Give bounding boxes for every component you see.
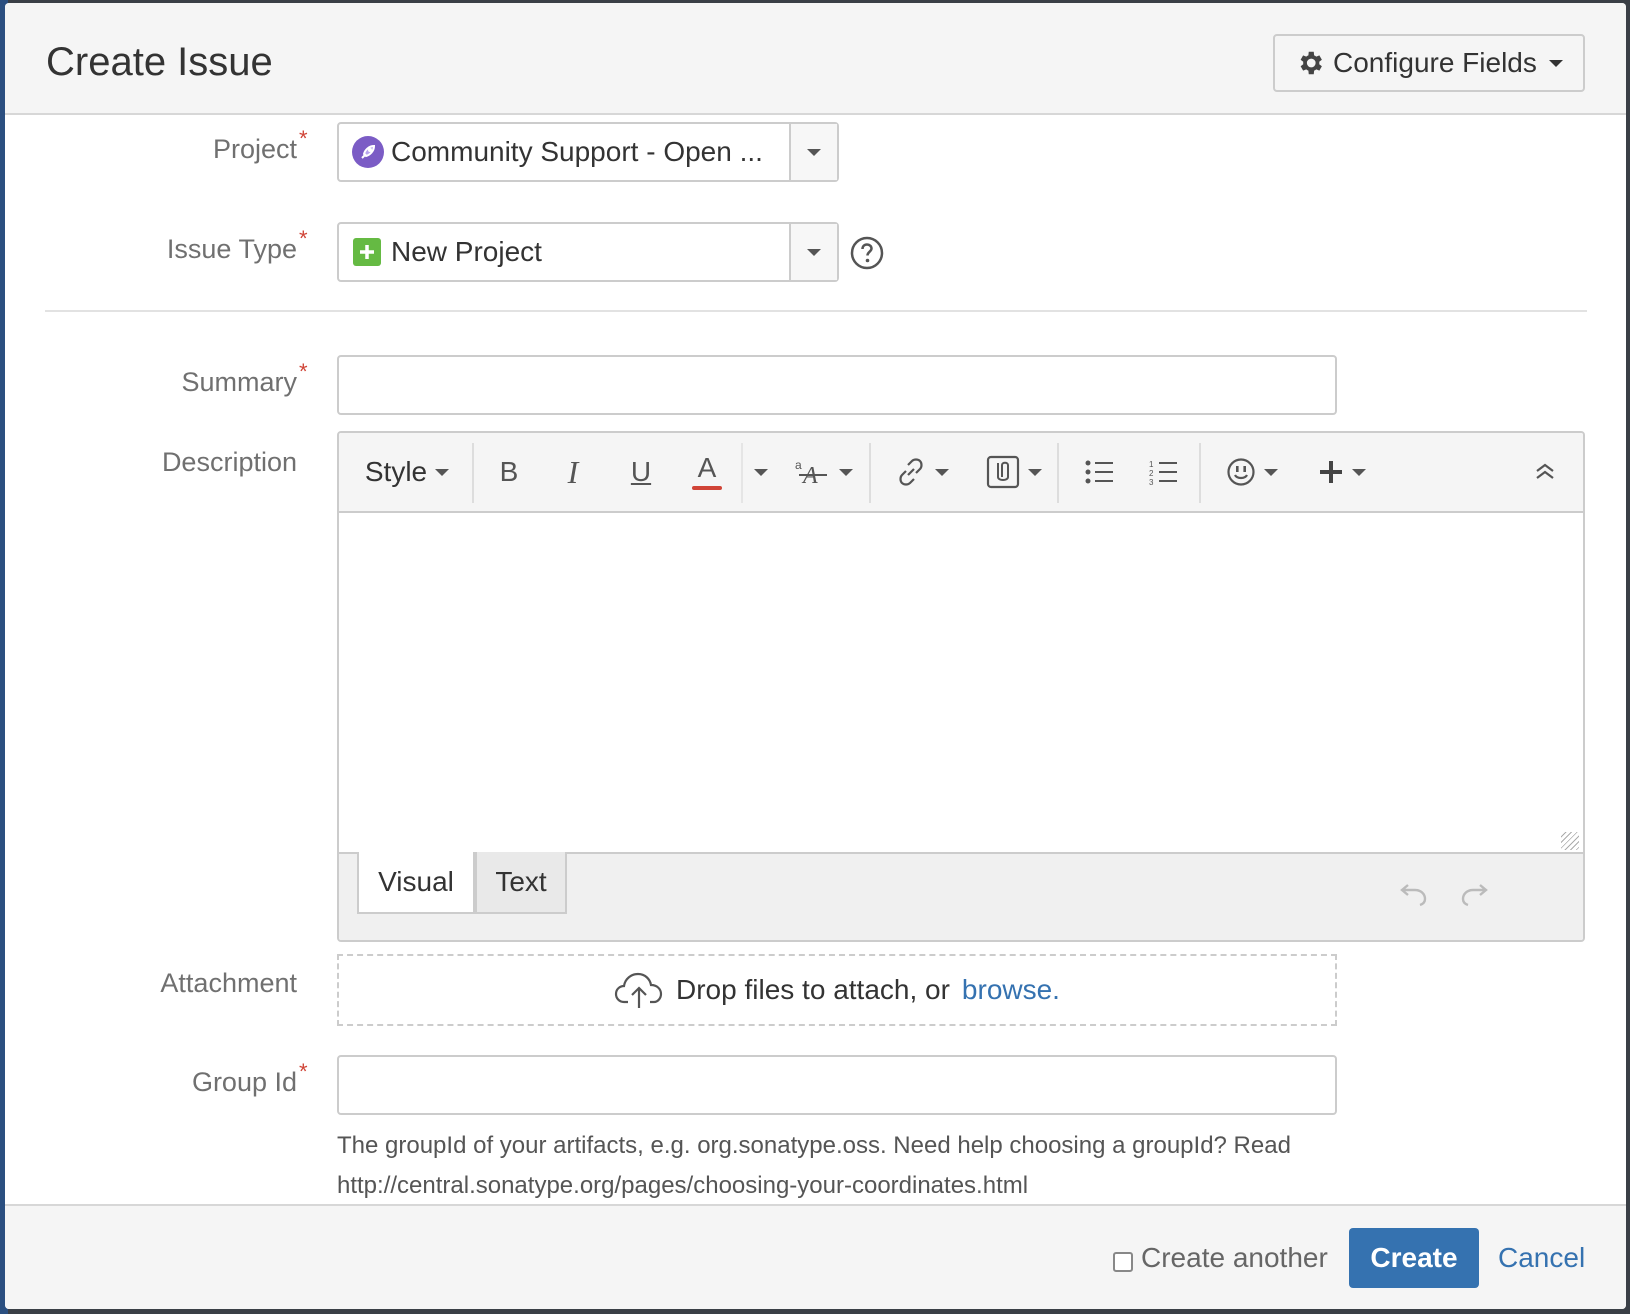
italic-button[interactable]: I [551, 433, 595, 511]
chevron-down-icon [1028, 468, 1042, 476]
toolbar-separator [869, 443, 871, 503]
required-marker: * [299, 1059, 308, 1084]
configure-fields-button[interactable]: Configure Fields [1273, 34, 1585, 92]
required-marker: * [299, 126, 308, 151]
chevron-down-icon [839, 468, 853, 476]
underline-button[interactable]: U [619, 433, 663, 511]
description-textarea[interactable] [339, 513, 1583, 854]
toolbar-separator [472, 443, 474, 503]
text-color-letter: A [697, 452, 717, 483]
chevron-down-icon [1548, 59, 1563, 67]
smiley-icon [1226, 457, 1256, 487]
summary-label: Summary [181, 367, 297, 397]
summary-input[interactable] [337, 355, 1337, 415]
insert-more-dropdown[interactable] [1307, 433, 1377, 511]
toolbar-separator [1199, 443, 1201, 503]
group-id-help-line1: The groupId of your artifacts, e.g. org.… [337, 1132, 1291, 1159]
required-marker: * [299, 226, 308, 251]
dialog-header: Create Issue Configure Fields [5, 3, 1626, 115]
create-button[interactable]: Create [1349, 1228, 1479, 1288]
group-id-help: The groupId of your artifacts, e.g. org.… [337, 1126, 1337, 1206]
text-color-button[interactable]: A [685, 433, 729, 511]
style-dropdown[interactable]: Style [359, 433, 455, 511]
font-format-icon: a A [795, 457, 831, 487]
paperclip-icon [986, 455, 1020, 489]
chevron-double-up-icon [1533, 462, 1557, 482]
undo-icon[interactable] [1397, 876, 1431, 910]
issue-type-select[interactable]: New Project [337, 222, 839, 282]
numbered-list-button[interactable]: 1 2 3 [1139, 433, 1189, 511]
tab-text[interactable]: Text [475, 852, 567, 914]
bullet-list-icon [1085, 459, 1115, 485]
section-divider [45, 310, 1587, 312]
chevron-down-icon [754, 468, 768, 476]
emoticon-dropdown[interactable] [1217, 433, 1287, 511]
svg-text:3: 3 [1149, 478, 1154, 485]
cloud-upload-icon [614, 970, 664, 1010]
bold-button[interactable]: B [487, 433, 531, 511]
editor-toolbar: Style B I U A a A 1 2 3 [339, 433, 1583, 513]
editor-mode-tabs: Visual Text [339, 852, 1583, 940]
redo-icon[interactable] [1457, 876, 1491, 910]
cancel-link[interactable]: Cancel [1498, 1242, 1585, 1274]
svg-text:1: 1 [1149, 460, 1154, 469]
description-label: Description [161, 447, 297, 477]
chevron-down-icon [1352, 468, 1366, 476]
chevron-down-icon [807, 248, 821, 256]
configure-fields-label: Configure Fields [1333, 47, 1537, 78]
attachment-dropdown[interactable] [979, 433, 1049, 511]
browse-link[interactable]: browse. [962, 974, 1060, 1006]
bullet-list-button[interactable] [1075, 433, 1125, 511]
tab-visual[interactable]: Visual [357, 852, 475, 914]
gear-icon [1295, 48, 1325, 78]
drop-files-text: Drop files to attach, or [676, 974, 950, 1005]
create-another-label[interactable]: Create another [1141, 1242, 1328, 1274]
text-color-dropdown[interactable] [743, 433, 779, 511]
svg-text:2: 2 [1149, 469, 1154, 478]
description-editor: Style B I U A a A 1 2 3 Visual Text [337, 431, 1585, 942]
chevron-down-icon [935, 468, 949, 476]
toolbar-separator [1057, 443, 1059, 503]
dialog-title: Create Issue [46, 40, 273, 84]
text-color-swatch [692, 486, 722, 490]
link-dropdown[interactable] [887, 433, 957, 511]
required-marker: * [299, 359, 308, 384]
project-value: Community Support - Open ... [391, 136, 763, 167]
group-id-input[interactable] [337, 1055, 1337, 1115]
question-circle-icon[interactable] [850, 236, 884, 270]
text-format-dropdown[interactable]: a A [787, 433, 861, 511]
project-label: Project [212, 134, 297, 164]
create-another-checkbox[interactable] [1113, 1252, 1133, 1272]
create-issue-dialog: Create Issue Configure Fields Project * … [5, 3, 1626, 1309]
issue-type-value: New Project [391, 236, 542, 267]
group-id-help-line2: http://central.sonatype.org/pages/choosi… [337, 1172, 1029, 1199]
plus-icon [1318, 459, 1344, 485]
attachment-label: Attachment [160, 968, 297, 998]
chevron-down-icon [807, 148, 821, 156]
issue-type-dropdown-toggle[interactable] [789, 224, 837, 280]
style-label: Style [364, 456, 428, 487]
issue-type-label: Issue Type [166, 234, 297, 264]
resize-handle-icon[interactable] [1561, 832, 1579, 850]
project-select[interactable]: Community Support - Open ... [337, 122, 839, 182]
group-id-label: Group Id [191, 1067, 297, 1097]
collapse-toolbar-button[interactable] [1523, 433, 1567, 511]
chevron-down-icon [435, 468, 450, 476]
plus-square-icon [353, 238, 381, 266]
dialog-footer: Create another Create Cancel [5, 1204, 1626, 1309]
link-icon [895, 456, 927, 488]
chevron-down-icon [1264, 468, 1278, 476]
attachment-dropzone[interactable]: Drop files to attach, or browse. [337, 954, 1337, 1026]
project-dropdown-toggle[interactable] [789, 124, 837, 180]
svg-text:a: a [795, 458, 802, 472]
numbered-list-icon: 1 2 3 [1149, 459, 1179, 485]
rocket-avatar-icon [351, 135, 385, 169]
